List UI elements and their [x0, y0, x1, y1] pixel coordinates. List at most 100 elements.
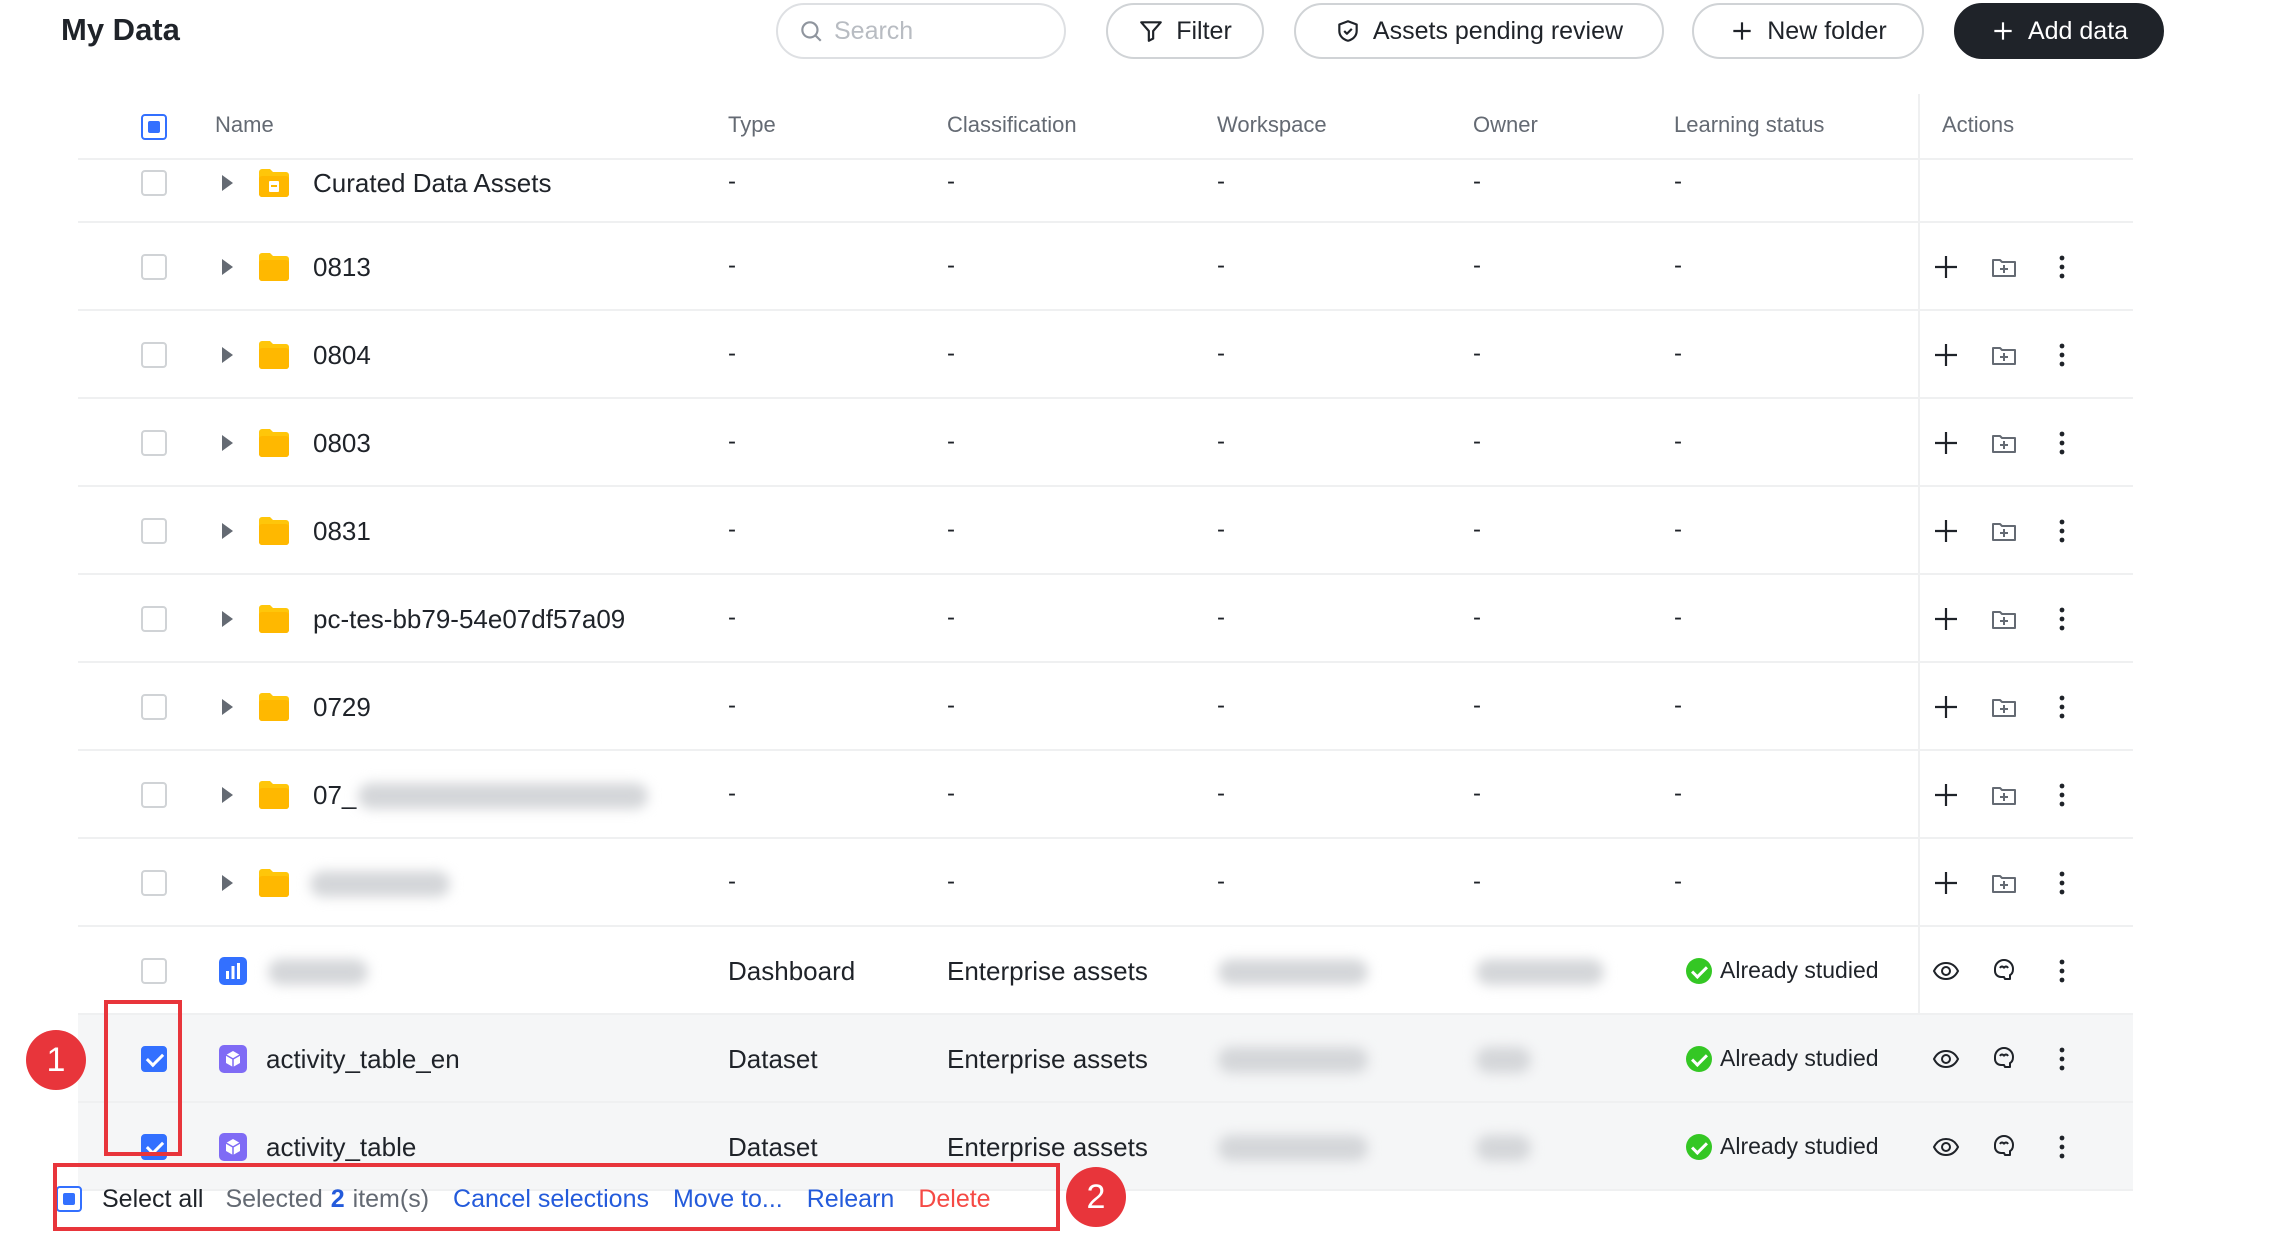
more-options-icon[interactable]: [2047, 340, 2077, 370]
expand-caret-icon[interactable]: [222, 787, 233, 803]
row-owner: -: [1473, 252, 1481, 279]
expand-caret-icon[interactable]: [222, 699, 233, 715]
add-icon[interactable]: [1931, 692, 1961, 722]
more-options-icon[interactable]: [2047, 428, 2077, 458]
table-row[interactable]: activity_table_en Dataset Enterprise asset…: [78, 1015, 2133, 1103]
table-row[interactable]: 0813 - - - - -: [78, 223, 2133, 311]
expand-caret-icon[interactable]: [222, 435, 233, 451]
search-box[interactable]: [776, 3, 1066, 59]
add-folder-icon[interactable]: [1989, 868, 2019, 898]
table-header: Name Type Classification Workspace Owner…: [78, 94, 2133, 160]
table-row[interactable]: -----: [78, 839, 2133, 927]
add-icon[interactable]: [1931, 868, 1961, 898]
filter-button[interactable]: Filter: [1106, 3, 1264, 59]
table-row[interactable]: pc-tes-bb79-54e07df57a09 - - - - -: [78, 575, 2133, 663]
preview-eye-icon[interactable]: [1931, 956, 1961, 986]
add-folder-icon[interactable]: [1989, 604, 2019, 634]
add-icon[interactable]: [1931, 252, 1961, 282]
row-checkbox[interactable]: [141, 782, 167, 808]
expand-caret-icon[interactable]: [222, 347, 233, 363]
row-checkbox[interactable]: [141, 958, 167, 984]
folder-icon: [258, 252, 290, 282]
row-classification: -: [947, 168, 955, 195]
redacted-name: [358, 783, 648, 809]
column-header-learning-status: Learning status: [1674, 112, 1825, 137]
row-name[interactable]: 0804: [313, 340, 371, 371]
row-checkbox[interactable]: [141, 606, 167, 632]
add-folder-icon[interactable]: [1989, 692, 2019, 722]
expand-caret-icon[interactable]: [222, 259, 233, 275]
learn-brain-icon[interactable]: [1989, 1044, 2019, 1074]
row-name[interactable]: 0813: [313, 252, 371, 283]
more-options-icon[interactable]: [2047, 956, 2077, 986]
table-row[interactable]: 0804 - - - - -: [78, 311, 2133, 399]
add-icon[interactable]: [1931, 604, 1961, 634]
folder-icon: [258, 780, 290, 810]
row-name[interactable]: 0803: [313, 428, 371, 459]
add-icon[interactable]: [1931, 780, 1961, 810]
row-checkbox[interactable]: [141, 170, 167, 196]
add-icon[interactable]: [1931, 340, 1961, 370]
expand-caret-icon[interactable]: [222, 611, 233, 627]
preview-eye-icon[interactable]: [1931, 1132, 1961, 1162]
table-row[interactable]: Curated Data Assets - - - - -: [78, 160, 2133, 223]
more-options-icon[interactable]: [2047, 780, 2077, 810]
row-name[interactable]: Curated Data Assets: [313, 168, 551, 199]
add-icon[interactable]: [1931, 428, 1961, 458]
add-folder-icon[interactable]: [1989, 516, 2019, 546]
row-checkbox[interactable]: [141, 342, 167, 368]
row-type: Dataset: [728, 1044, 818, 1074]
more-options-icon[interactable]: [2047, 1132, 2077, 1162]
row-owner: -: [1473, 340, 1481, 367]
row-owner: -: [1473, 428, 1481, 455]
expand-caret-icon[interactable]: [222, 175, 233, 191]
search-input[interactable]: [834, 16, 1054, 46]
more-options-icon[interactable]: [2047, 692, 2077, 722]
row-name[interactable]: activity_table: [266, 1132, 416, 1163]
preview-eye-icon[interactable]: [1931, 1044, 1961, 1074]
shield-check-icon: [1338, 20, 1358, 42]
table-row[interactable]: 0803 - - - - -: [78, 399, 2133, 487]
learn-brain-icon[interactable]: [1989, 956, 2019, 986]
more-options-icon[interactable]: [2047, 1044, 2077, 1074]
redacted-owner: [1476, 1047, 1531, 1073]
folder-icon: [258, 692, 290, 722]
row-checkbox[interactable]: [141, 254, 167, 280]
row-name[interactable]: activity_table_en: [266, 1044, 460, 1075]
table-row[interactable]: Dashboard Enterprise assets Already studie…: [78, 927, 2133, 1015]
row-classification: -: [947, 516, 955, 543]
table-row[interactable]: 0831 - - - - -: [78, 487, 2133, 575]
row-name[interactable]: 07_: [313, 780, 356, 811]
annotation-box-selection-bar: [53, 1163, 1060, 1231]
add-folder-icon[interactable]: [1989, 428, 2019, 458]
expand-caret-icon[interactable]: [222, 523, 233, 539]
add-folder-icon[interactable]: [1989, 340, 2019, 370]
more-options-icon[interactable]: [2047, 868, 2077, 898]
row-checkbox[interactable]: [141, 870, 167, 896]
row-checkbox[interactable]: [141, 518, 167, 544]
learn-brain-icon[interactable]: [1989, 1132, 2019, 1162]
column-header-owner: Owner: [1473, 112, 1538, 137]
new-folder-button[interactable]: New folder: [1692, 3, 1924, 59]
folder-icon: [258, 340, 290, 370]
more-options-icon[interactable]: [2047, 252, 2077, 282]
row-name[interactable]: 0729: [313, 692, 371, 723]
row-name[interactable]: pc-tes-bb79-54e07df57a09: [313, 604, 625, 635]
row-classification: -: [947, 604, 955, 631]
more-options-icon[interactable]: [2047, 604, 2077, 634]
add-data-button[interactable]: Add data: [1954, 3, 2164, 59]
row-checkbox[interactable]: [141, 430, 167, 456]
header-select-checkbox[interactable]: [141, 114, 167, 140]
dashboard-icon: [218, 956, 248, 986]
new-folder-label: New folder: [1767, 16, 1887, 45]
table-row[interactable]: 0729 - - - - -: [78, 663, 2133, 751]
add-folder-icon[interactable]: [1989, 780, 2019, 810]
assets-pending-review-button[interactable]: Assets pending review: [1294, 3, 1664, 59]
add-icon[interactable]: [1931, 516, 1961, 546]
row-name[interactable]: 0831: [313, 516, 371, 547]
add-folder-icon[interactable]: [1989, 252, 2019, 282]
more-options-icon[interactable]: [2047, 516, 2077, 546]
row-checkbox[interactable]: [141, 694, 167, 720]
table-row[interactable]: 07_ - - - - -: [78, 751, 2133, 839]
expand-caret-icon[interactable]: [222, 875, 233, 891]
